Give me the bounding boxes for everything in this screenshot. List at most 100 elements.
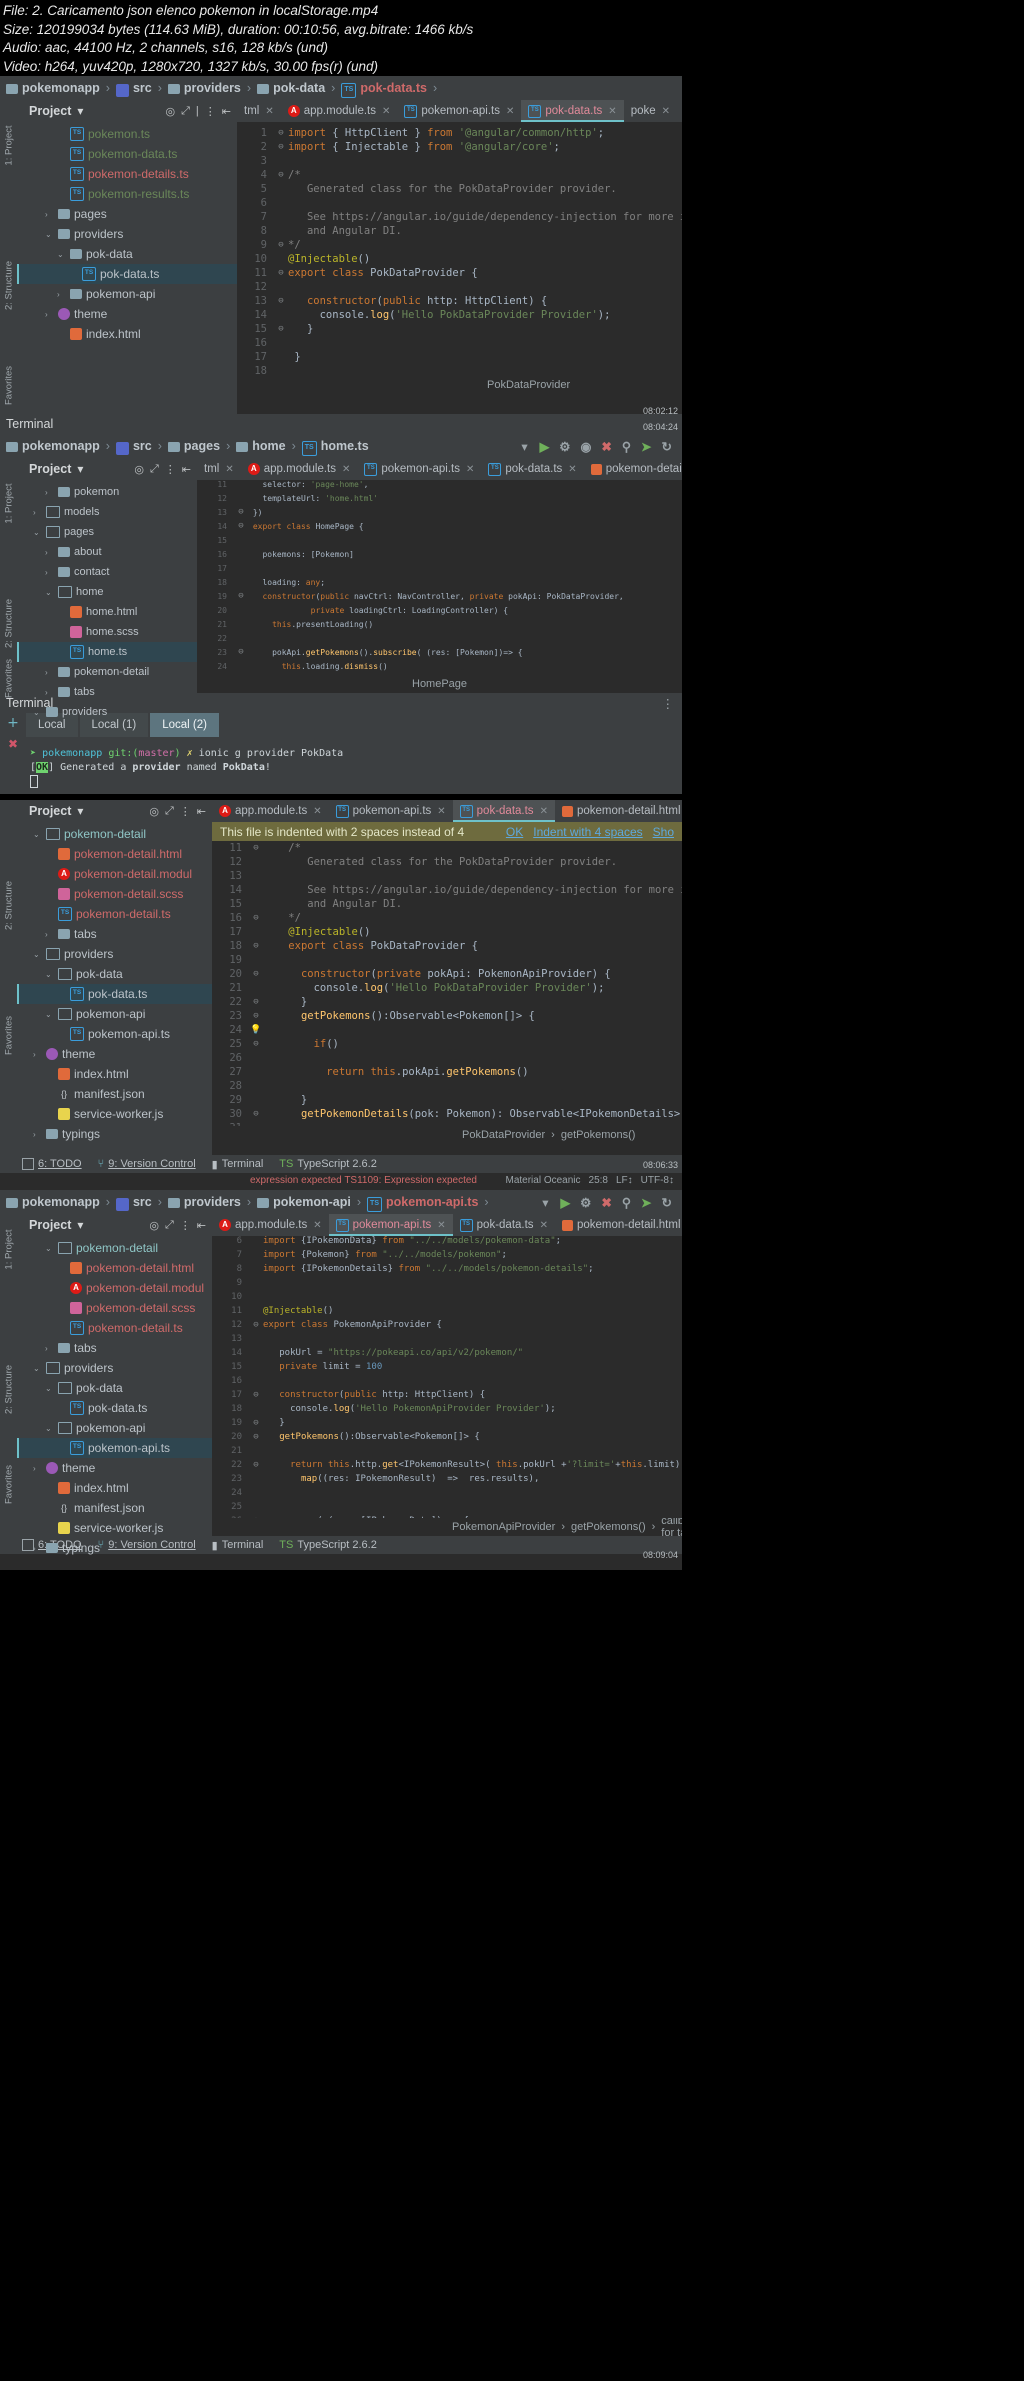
fold-marker-icon[interactable] [274,196,288,210]
fold-marker-icon[interactable] [249,1051,263,1065]
tree-item[interactable]: › theme [17,304,237,324]
fold-marker-icon[interactable] [249,1334,263,1348]
more-options-icon[interactable]: ⋮ [662,696,683,711]
editor-tab[interactable]: Aapp.module.ts ✕ [212,1214,329,1236]
tree-expand-arrow[interactable]: ⌄ [45,970,54,979]
fold-marker-icon[interactable]: ⊖ [249,939,263,953]
code-editor-3[interactable]: 11 ⊖ /* 12 Generated class for the PokData… [212,841,682,1126]
tree-item[interactable]: {} manifest.json [17,1498,212,1518]
tree-item[interactable]: ⌄ providers [17,1358,212,1378]
footer-callback-name[interactable]: callback for tap() [661,1515,682,1539]
tree-expand-arrow[interactable]: › [45,548,54,557]
fold-marker-icon[interactable]: ⊖ [274,294,288,308]
breadcrumb-item-pokdata[interactable]: pok-data [273,81,325,95]
tree-expand-arrow[interactable]: ⌄ [33,950,42,959]
breadcrumb-item-src[interactable]: src [133,81,152,95]
fold-marker-icon[interactable] [249,1236,263,1250]
collapse-all-icon[interactable]: ⤢ [150,463,159,476]
fold-marker-icon[interactable] [249,1348,263,1362]
fold-marker-icon[interactable]: ⊖ [249,1009,263,1023]
editor-tabbar-2[interactable]: tml ✕ Aapp.module.ts ✕ TS pokemon-api.ts ✕ TS po… [197,458,682,480]
stop-icon[interactable]: ✖ [601,439,611,454]
rail-label-structure[interactable]: 2: Structure [3,599,14,648]
fold-marker-icon[interactable] [249,953,263,967]
footer-method-name[interactable]: getPokemons() [561,1129,636,1141]
tree-item[interactable]: {} manifest.json [17,1084,212,1104]
fold-marker-icon[interactable] [274,154,288,168]
editor-tab[interactable]: Aapp.module.ts ✕ [241,458,358,480]
target-icon[interactable]: ◎ [134,463,144,476]
editor-tab[interactable]: pokemon-detail.html✕ [555,800,682,822]
project-tree-2[interactable]: › pokemon › models ⌄ pages › about › contact ⌄ home… [17,480,197,722]
tree-expand-arrow[interactable]: ⌄ [33,830,42,839]
fold-marker-icon[interactable] [234,480,248,494]
editor-tab[interactable]: Aapp.module.ts ✕ [281,100,398,122]
history-icon[interactable]: ↻ [662,1195,672,1210]
tree-expand-arrow[interactable]: › [45,1344,54,1353]
target-icon[interactable]: ◎ [166,105,176,118]
more-options-icon[interactable]: ⋮ [165,463,176,476]
fold-marker-icon[interactable] [274,252,288,266]
fold-marker-icon[interactable]: ⊖ [249,1432,263,1446]
tree-item[interactable]: TS pokemon-api.ts [17,1438,212,1458]
fold-marker-icon[interactable] [249,855,263,869]
tree-item[interactable]: index.html [17,324,237,344]
coverage-icon[interactable]: ◉ [580,439,591,454]
chevron-down-icon[interactable]: ▾ [77,804,83,818]
tree-item[interactable]: TS pokemon.ts [17,124,237,144]
editor-tab[interactable]: TS pokemon-api.ts ✕ [357,458,481,480]
tree-item[interactable]: ⌄ pages [17,522,197,542]
fold-marker-icon[interactable] [274,308,288,322]
tree-expand-arrow[interactable]: › [45,310,54,319]
left-tool-rail-2[interactable]: 1: Project 2: Structure Favorites [0,458,17,698]
fold-marker-icon[interactable] [234,494,248,508]
fold-marker-icon[interactable]: 💡 [249,1023,263,1037]
footer-class-name[interactable]: HomePage [412,678,467,690]
fold-marker-icon[interactable] [274,280,288,294]
breadcrumb-item-providers[interactable]: providers [184,1195,241,1209]
editor-tab[interactable]: Aapp.module.ts ✕ [212,800,329,822]
search-icon[interactable]: ⚲ [622,1195,631,1210]
status-item-version-control[interactable]: ⑂ 9: Version Control [98,1158,196,1170]
tree-item[interactable]: TS pokemon-detail.ts [17,904,212,924]
code-editor-2[interactable]: 11 selector: 'page-home', 12 templateUrl:… [197,480,682,675]
project-tree-4[interactable]: ⌄ pokemon-detail pokemon-detail.html Apokem… [17,1236,212,1558]
status-item-terminal[interactable]: ▮ Terminal [212,1158,264,1171]
fold-marker-icon[interactable]: ⊖ [249,911,263,925]
more-options-icon[interactable]: ⋮ [180,1219,191,1232]
tree-expand-arrow[interactable]: › [45,488,54,497]
warning-more-link[interactable]: Sho [653,825,674,839]
close-icon[interactable]: ✕ [342,464,350,475]
footer-class-name[interactable]: PokemonApiProvider [452,1521,555,1533]
tree-expand-arrow[interactable]: › [33,1464,42,1473]
footer-method-name[interactable]: getPokemons() [571,1521,646,1533]
tree-expand-arrow[interactable]: ⌄ [33,528,42,537]
breadcrumb-item-project[interactable]: pokemonapp [22,439,100,453]
fold-marker-icon[interactable]: ⊖ [274,168,288,182]
more-options-icon[interactable]: ⋮ [180,805,191,818]
status-bar-3[interactable]: 6: TODO ⑂ 9: Version Control ▮ Terminal TS… [0,1155,682,1173]
tree-item[interactable]: Apokemon-detail.modul [17,1278,212,1298]
close-icon[interactable]: ✕ [540,1220,548,1231]
chevron-down-icon[interactable]: ▾ [542,1195,548,1210]
tree-item[interactable]: TS pok-data.ts [17,264,237,284]
breadcrumb-item-src[interactable]: src [133,1195,152,1209]
fold-marker-icon[interactable] [249,1446,263,1460]
fold-marker-icon[interactable]: ⊖ [249,995,263,1009]
editor-tabbar-3[interactable]: Aapp.module.ts ✕ TS pokemon-api.ts ✕ TS pok-da… [212,800,682,822]
project-title[interactable]: Project [29,1218,71,1232]
status-item-typescript[interactable]: TS TypeScript 2.6.2 [279,1158,377,1170]
rail-label-favorites[interactable]: Favorites [3,366,14,405]
file-encoding[interactable]: UTF-8↕ [641,1175,674,1186]
tree-expand-arrow[interactable]: › [45,210,54,219]
tree-item[interactable]: › pokemon-detail [17,662,197,682]
fold-marker-icon[interactable]: ⊖ [274,266,288,280]
stop-icon[interactable]: ✖ [601,1195,611,1210]
rail-label-project[interactable]: 1: Project [3,483,14,523]
tree-item[interactable]: TS pokemon-results.ts [17,184,237,204]
collapse-all-icon[interactable]: ⤢ [165,805,174,818]
editor-tab[interactable]: poke ✕ [624,100,677,122]
status-bar-2[interactable]: 6: TODO ⑂9: Version Control ▮Terminal TS… [0,793,682,794]
forward-icon[interactable]: ➤ [641,1195,651,1210]
fold-marker-icon[interactable] [249,1079,263,1093]
